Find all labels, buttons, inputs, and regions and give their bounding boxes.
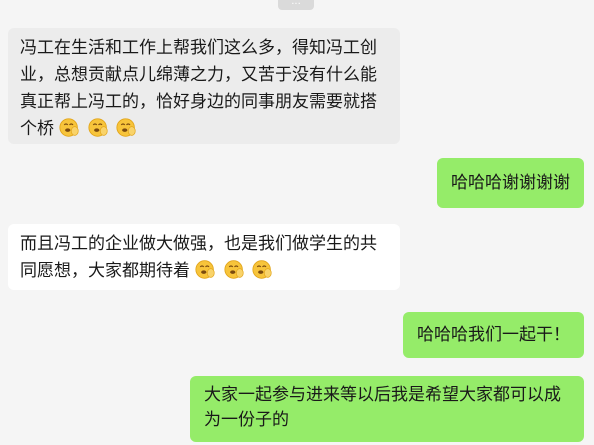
clap-face-emoji-icon	[252, 260, 272, 279]
clap-face-emoji-icon	[195, 260, 216, 279]
emoji-group	[54, 118, 139, 139]
message-bubble-incoming-2[interactable]: 而且冯工的企业做大做强，也是我们做学生的共同愿想，大家都期待着	[8, 224, 400, 290]
message-text: 大家一起参与进来等以后我是希望大家都可以成为一份子的	[204, 385, 561, 430]
message-bubble-incoming-1[interactable]: 冯工在生活和工作上帮我们这么多，得知冯工创业，总想贡献点儿绵薄之力，又苦于没有什…	[8, 28, 400, 144]
clap-face-emoji-icon	[88, 118, 108, 137]
message-bubble-outgoing-2[interactable]: 哈哈哈我们一起干！	[403, 312, 584, 358]
clap-face-emoji-icon	[59, 118, 80, 137]
clap-face-emoji-icon	[116, 118, 136, 137]
emoji-group	[190, 260, 275, 281]
message-text: 哈哈哈我们一起干！	[417, 325, 570, 345]
clap-face-emoji-icon	[224, 260, 244, 279]
message-bubble-outgoing-3[interactable]: 大家一起参与进来等以后我是希望大家都可以成为一份子的	[190, 376, 584, 442]
message-bubble-outgoing-1[interactable]: 哈哈哈谢谢谢谢	[437, 158, 584, 208]
message-text: 哈哈哈谢谢谢谢	[451, 173, 570, 193]
timestamp-chip: ...	[278, 0, 314, 10]
